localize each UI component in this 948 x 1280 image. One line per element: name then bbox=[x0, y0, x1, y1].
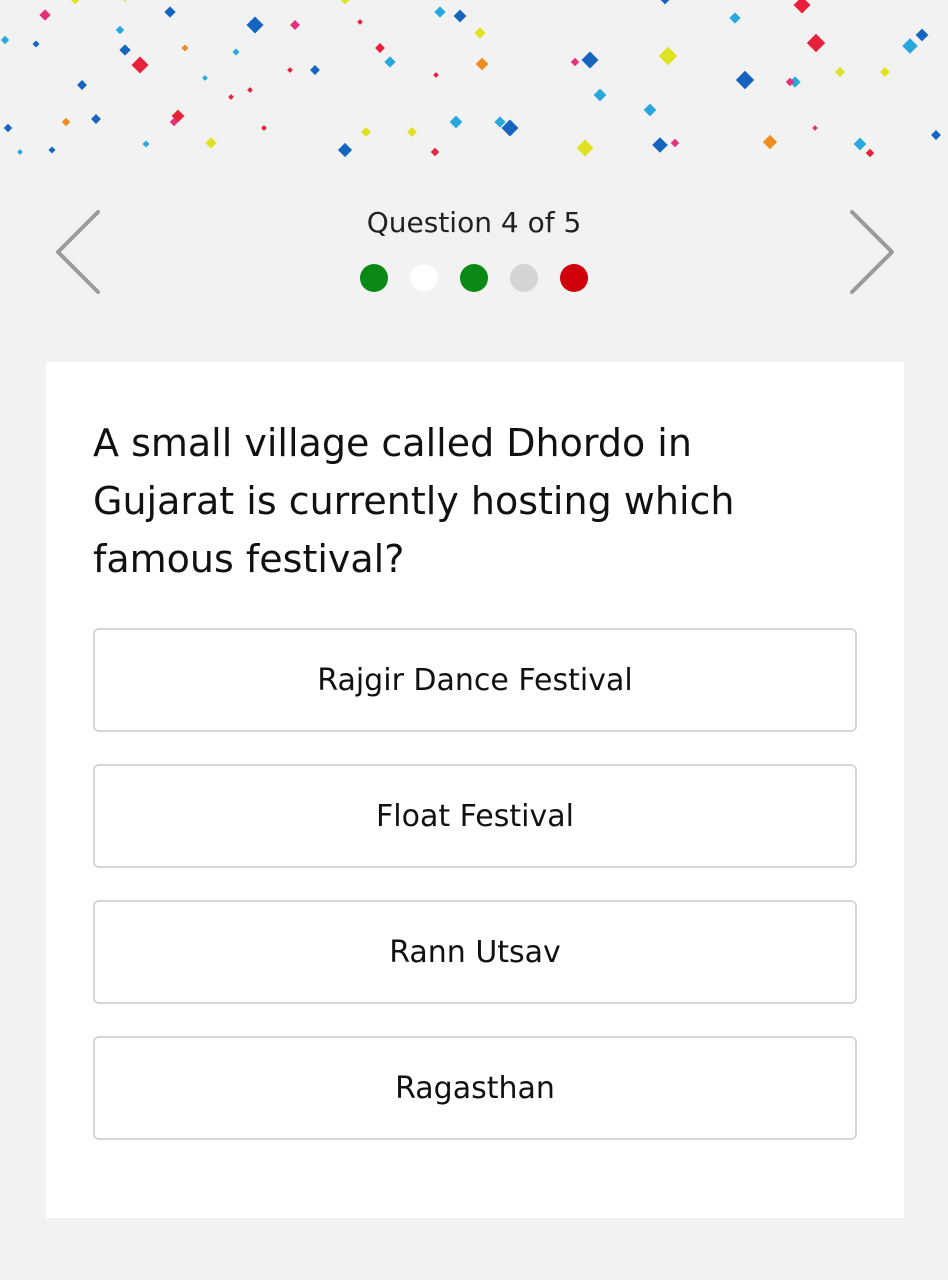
question-card: A small village called Dhordo in Gujarat… bbox=[46, 362, 904, 1218]
confetti-piece bbox=[931, 130, 941, 140]
answer-options: Rajgir Dance Festival Float Festival Ran… bbox=[93, 628, 857, 1172]
confetti-banner bbox=[0, 0, 941, 158]
progress-dot bbox=[510, 264, 538, 292]
confetti-piece bbox=[430, 147, 440, 157]
confetti-piece bbox=[290, 20, 300, 30]
confetti-piece bbox=[865, 148, 875, 158]
confetti-piece bbox=[32, 40, 40, 48]
confetti-piece bbox=[812, 125, 818, 131]
confetti-piece bbox=[232, 48, 240, 56]
confetti-piece bbox=[131, 56, 149, 74]
confetti-piece bbox=[91, 114, 101, 124]
confetti-piece bbox=[337, 142, 353, 158]
confetti-piece bbox=[670, 138, 680, 148]
confetti-piece bbox=[0, 35, 10, 45]
confetti-piece bbox=[806, 33, 826, 53]
confetti-piece bbox=[652, 137, 668, 153]
confetti-piece bbox=[142, 140, 150, 148]
confetti-piece bbox=[658, 46, 678, 66]
confetti-piece bbox=[576, 139, 594, 157]
quiz-header: Question 4 of 5 bbox=[0, 180, 948, 330]
confetti-piece bbox=[310, 65, 320, 75]
confetti-piece bbox=[407, 127, 417, 137]
confetti-piece bbox=[202, 75, 208, 81]
confetti-piece bbox=[880, 67, 890, 77]
confetti-piece bbox=[164, 6, 176, 18]
confetti-piece bbox=[77, 80, 87, 90]
answer-option-1[interactable]: Rajgir Dance Festival bbox=[93, 628, 857, 732]
confetti-piece bbox=[434, 6, 446, 18]
confetti-piece bbox=[119, 0, 131, 2]
progress-dot bbox=[560, 264, 588, 292]
confetti-piece bbox=[375, 43, 385, 53]
confetti-piece bbox=[338, 0, 352, 5]
confetti-piece bbox=[835, 67, 845, 77]
progress-dot bbox=[360, 264, 388, 292]
confetti-piece bbox=[570, 57, 580, 67]
confetti-piece bbox=[729, 12, 741, 24]
confetti-piece bbox=[61, 117, 71, 127]
confetti-piece bbox=[246, 16, 264, 34]
confetti-piece bbox=[762, 134, 778, 150]
confetti-piece bbox=[474, 27, 486, 39]
confetti-piece bbox=[119, 44, 131, 56]
confetti-piece bbox=[453, 9, 467, 23]
question-text: A small village called Dhordo in Gujarat… bbox=[93, 421, 735, 581]
progress-dot bbox=[460, 264, 488, 292]
confetti-piece bbox=[384, 56, 396, 68]
confetti-piece bbox=[357, 19, 363, 25]
confetti-piece bbox=[581, 51, 599, 69]
confetti-piece bbox=[68, 0, 82, 5]
confetti-piece bbox=[39, 9, 51, 21]
confetti-piece bbox=[475, 57, 489, 71]
confetti-piece bbox=[735, 70, 755, 90]
confetti-piece bbox=[433, 72, 439, 78]
confetti-piece bbox=[48, 146, 56, 154]
confetti-piece bbox=[205, 137, 217, 149]
confetti-piece bbox=[261, 125, 267, 131]
confetti-piece bbox=[449, 115, 463, 129]
answer-option-3[interactable]: Rann Utsav bbox=[93, 900, 857, 1004]
confetti-piece bbox=[915, 28, 929, 42]
answer-option-2[interactable]: Float Festival bbox=[93, 764, 857, 868]
confetti-piece bbox=[593, 88, 607, 102]
progress-dots bbox=[0, 264, 948, 292]
confetti-piece bbox=[853, 137, 867, 151]
confetti-piece bbox=[361, 127, 371, 137]
progress-dot bbox=[410, 264, 438, 292]
confetti-piece bbox=[643, 103, 657, 117]
confetti-piece bbox=[793, 0, 811, 14]
confetti-piece bbox=[3, 123, 13, 133]
confetti-piece bbox=[247, 87, 253, 93]
answer-option-4[interactable]: Ragasthan bbox=[93, 1036, 857, 1140]
confetti-piece bbox=[902, 38, 918, 54]
confetti-piece bbox=[228, 94, 234, 100]
confetti-piece bbox=[17, 149, 23, 155]
confetti-piece bbox=[181, 44, 189, 52]
question-counter: Question 4 of 5 bbox=[366, 206, 582, 239]
confetti-piece bbox=[115, 25, 125, 35]
confetti-piece bbox=[287, 67, 293, 73]
chevron-right-icon bbox=[850, 210, 894, 294]
confetti-piece bbox=[658, 0, 672, 5]
next-question-button[interactable] bbox=[830, 200, 910, 300]
